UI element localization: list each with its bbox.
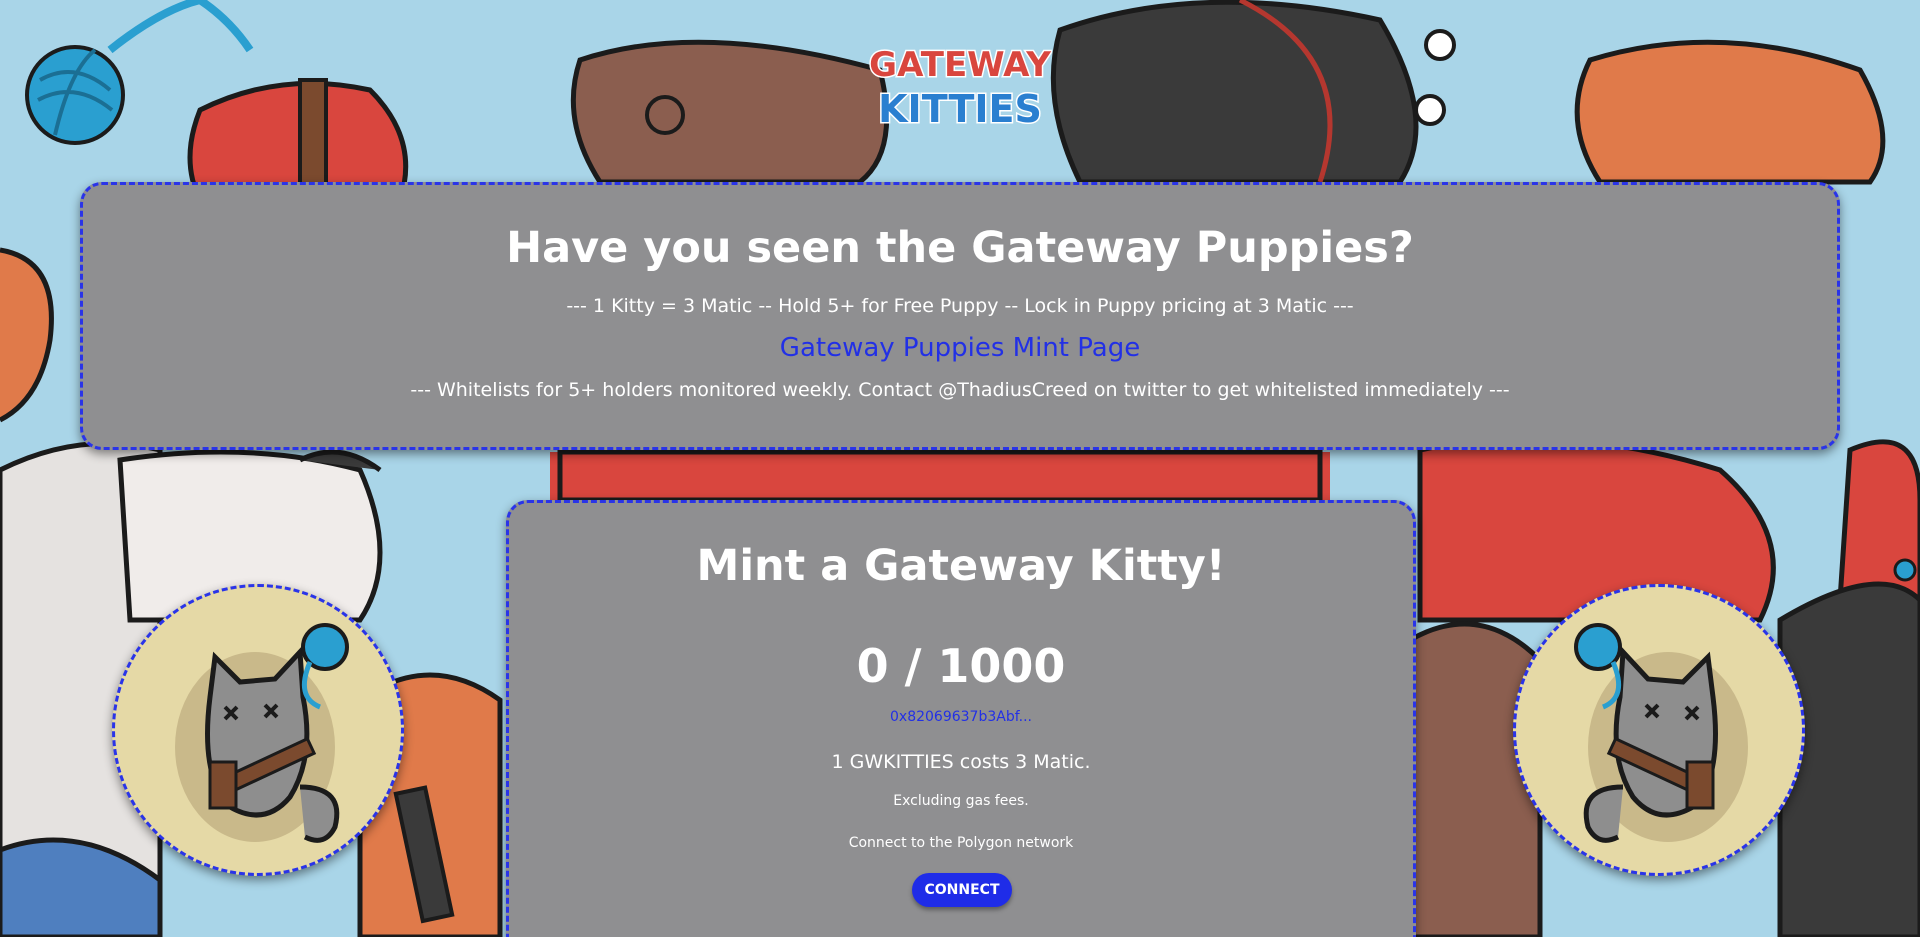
- whitelist-line: --- Whitelists for 5+ holders monitored …: [410, 379, 1510, 401]
- logo-line2: KITTIES: [878, 87, 1042, 131]
- mint-count: 0 / 1000: [856, 639, 1066, 693]
- logo-line1: GATEWAY: [869, 45, 1051, 85]
- kitty-avatar-right: [1513, 584, 1805, 876]
- pricing-line: --- 1 Kitty = 3 Matic -- Hold 5+ for Fre…: [566, 295, 1354, 317]
- mint-panel: Mint a Gateway Kitty! 0 / 1000 0x8206963…: [506, 500, 1416, 937]
- connect-button[interactable]: CONNECT: [912, 873, 1012, 907]
- kitty-avatar-left: [112, 584, 404, 876]
- puppies-title: Have you seen the Gateway Puppies?: [506, 223, 1414, 273]
- network-note: Connect to the Polygon network: [848, 835, 1074, 851]
- contract-address-link[interactable]: 0x82069637b3Abf...: [509, 709, 1413, 725]
- gateway-kitties-logo: GATEWAY KITTIES: [868, 30, 1053, 134]
- puppies-mint-link[interactable]: Gateway Puppies Mint Page: [83, 333, 1837, 363]
- cost-text: 1 GWKITTIES costs 3 Matic.: [831, 751, 1091, 773]
- gas-note: Excluding gas fees.: [893, 793, 1029, 809]
- mint-title: Mint a Gateway Kitty!: [696, 541, 1226, 591]
- puppies-announcement-panel: Have you seen the Gateway Puppies? --- 1…: [80, 182, 1840, 450]
